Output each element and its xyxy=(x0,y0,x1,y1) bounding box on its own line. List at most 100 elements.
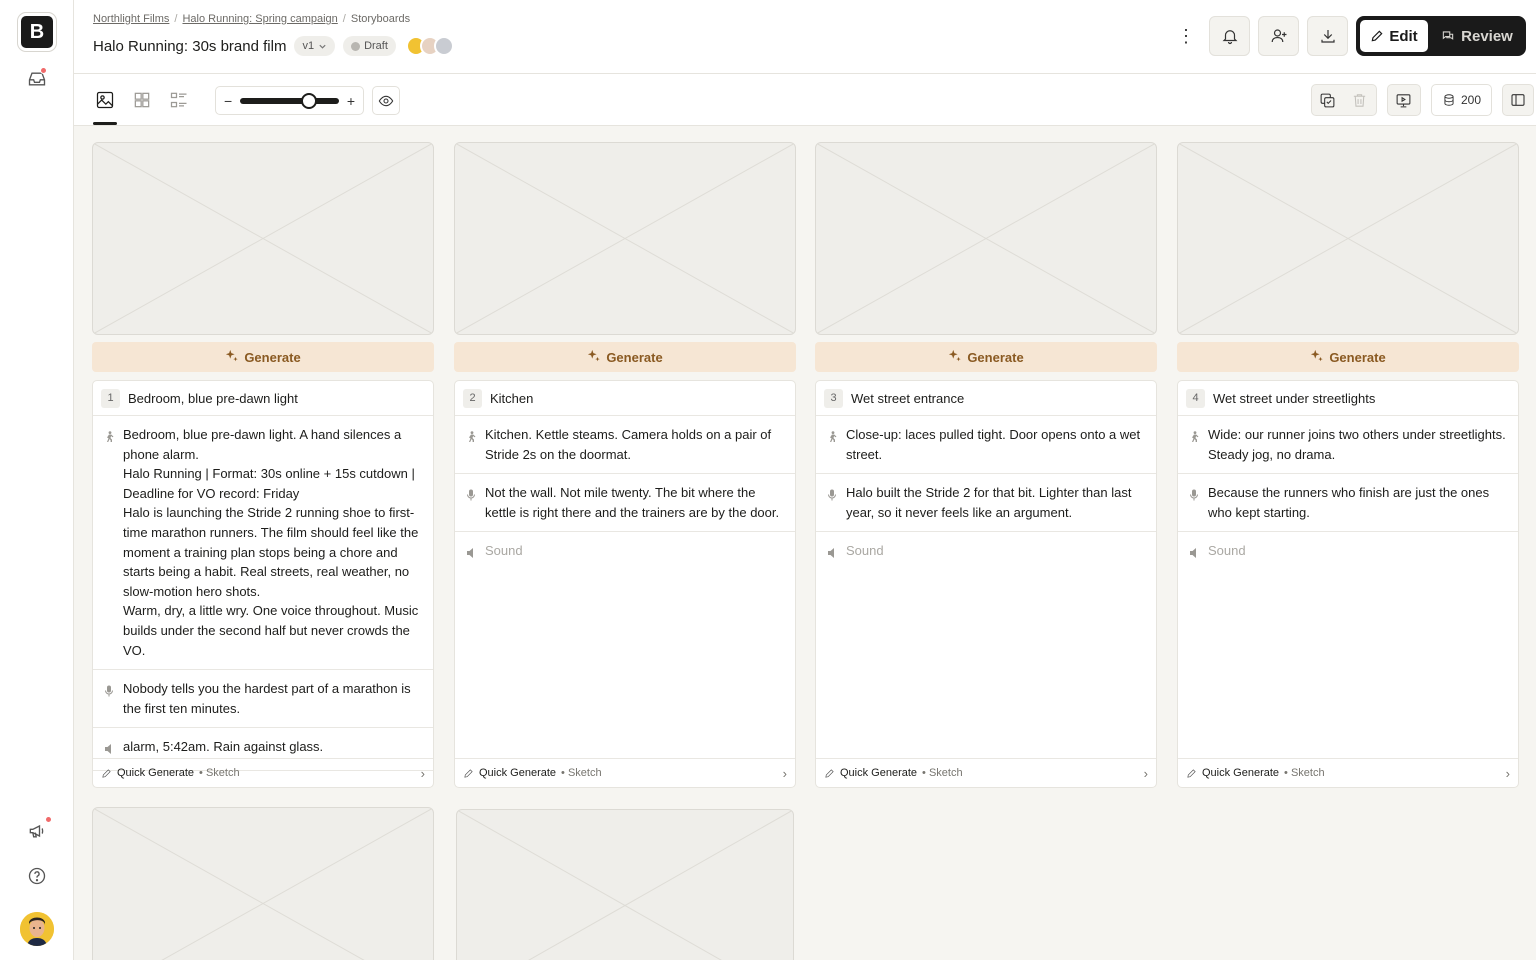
style-label: • Sketch xyxy=(922,767,963,779)
inbox-icon[interactable] xyxy=(22,64,52,94)
list-view-tab[interactable] xyxy=(168,89,190,111)
breadcrumb: Northlight Films / Halo Running: Spring … xyxy=(93,13,410,25)
trash-icon xyxy=(1354,93,1366,107)
mode-switch: Edit Review xyxy=(1356,16,1526,56)
present-button[interactable] xyxy=(1388,85,1420,115)
preview-toggle[interactable] xyxy=(372,86,400,115)
action-field[interactable]: Close-up: laces pulled tight. Door opens… xyxy=(816,416,1156,475)
action-field[interactable]: Kitchen. Kettle steams. Camera holds on … xyxy=(455,416,795,475)
scene-header[interactable]: 4 Wet street under streetlights xyxy=(1178,381,1518,416)
action-field[interactable]: Wide: our runner joins two others under … xyxy=(1178,416,1518,475)
scene-card: 3 Wet street entrance Close-up: laces pull… xyxy=(815,380,1157,788)
scene-header[interactable]: 3 Wet street entrance xyxy=(816,381,1156,416)
breadcrumb-company[interactable]: Northlight Films xyxy=(93,13,169,25)
top-bar: Northlight Films / Halo Running: Spring … xyxy=(74,0,1536,74)
breadcrumb-project[interactable]: Halo Running: Spring campaign xyxy=(182,13,337,25)
dialogue-text: Not the wall. Not mile twenty. The bit w… xyxy=(485,485,780,520)
storyboard-toolbar: − + 200 xyxy=(74,74,1536,126)
frame-image-placeholder[interactable] xyxy=(1177,142,1519,335)
speaker-icon xyxy=(1189,545,1199,565)
generate-button[interactable]: Generate xyxy=(92,342,434,372)
generate-button[interactable]: Generate xyxy=(1177,342,1519,372)
frame-view-tab[interactable] xyxy=(94,89,116,111)
sound-field[interactable]: Sound xyxy=(1178,532,1518,574)
database-icon xyxy=(1444,94,1454,106)
user-avatar[interactable] xyxy=(20,912,54,946)
action-field[interactable]: Bedroom, blue pre-dawn light. A hand sil… xyxy=(93,416,433,671)
zoom-slider[interactable] xyxy=(240,92,339,109)
select-all-button[interactable] xyxy=(1312,85,1344,115)
status-badge[interactable]: Draft xyxy=(343,36,396,56)
sound-field[interactable]: Sound xyxy=(455,532,795,574)
storyboard-frame: Generate 2 Kitchen Kitchen. Kettle steams. … xyxy=(454,142,796,788)
status-label: Draft xyxy=(364,40,388,52)
review-mode-button[interactable]: Review xyxy=(1432,20,1522,52)
credits-badge[interactable]: 200 xyxy=(1430,84,1492,116)
megaphone-icon[interactable] xyxy=(22,816,52,846)
storyboard-frame xyxy=(456,809,798,960)
frame-image-placeholder[interactable] xyxy=(815,142,1157,335)
quick-generate-label: Quick Generate xyxy=(1202,767,1280,779)
collaborator-avatar xyxy=(433,36,454,56)
list-icon xyxy=(170,92,187,108)
sparkle-icon xyxy=(948,349,962,366)
more-options-icon[interactable]: ⋮ xyxy=(1171,16,1201,56)
toggle-panel-button[interactable] xyxy=(1502,84,1534,116)
frame-image-placeholder[interactable] xyxy=(456,809,794,960)
frame-image-placeholder[interactable] xyxy=(454,142,796,335)
scene-name[interactable]: Wet street under streetlights xyxy=(1213,391,1375,406)
quick-generate-label: Quick Generate xyxy=(117,767,195,779)
help-icon[interactable] xyxy=(22,861,52,891)
quick-generate-label: Quick Generate xyxy=(479,767,557,779)
page-title[interactable]: Halo Running: 30s brand film xyxy=(93,38,286,55)
scene-header[interactable]: 1 Bedroom, blue pre-dawn light xyxy=(93,381,433,416)
zoom-out-button[interactable]: − xyxy=(224,93,232,109)
action-text: Bedroom, blue pre-dawn light. A hand sil… xyxy=(123,427,419,658)
active-tab-indicator xyxy=(93,122,117,125)
grid-icon xyxy=(134,92,150,108)
sound-text: Sound xyxy=(1208,543,1246,559)
sound-field[interactable]: Sound xyxy=(816,532,1156,574)
microphone-icon xyxy=(827,487,837,522)
notifications-button[interactable] xyxy=(1209,16,1250,56)
version-select[interactable]: v1 xyxy=(294,36,336,56)
edit-mode-button[interactable]: Edit xyxy=(1360,20,1428,52)
dialogue-field[interactable]: Because the runners who finish are just … xyxy=(1178,474,1518,533)
add-user-icon xyxy=(1271,29,1286,43)
workspace-logo[interactable]: B xyxy=(18,13,56,51)
scene-name[interactable]: Bedroom, blue pre-dawn light xyxy=(128,391,298,406)
action-icon xyxy=(827,429,837,464)
action-icon xyxy=(1189,429,1199,464)
collaborator-avatars[interactable] xyxy=(405,36,454,56)
scene-name[interactable]: Kitchen xyxy=(490,391,533,406)
generate-button[interactable]: Generate xyxy=(454,342,796,372)
generation-settings[interactable]: Quick Generate • Sketch › xyxy=(455,758,795,787)
generate-button[interactable]: Generate xyxy=(815,342,1157,372)
download-icon xyxy=(1320,30,1335,43)
zoom-slider-handle[interactable] xyxy=(301,92,318,109)
download-button[interactable] xyxy=(1307,16,1348,56)
scene-name[interactable]: Wet street entrance xyxy=(851,391,964,406)
dialogue-field[interactable]: Nobody tells you the hardest part of a m… xyxy=(93,670,433,729)
generation-settings[interactable]: Quick Generate • Sketch › xyxy=(816,758,1156,787)
frame-image-placeholder[interactable] xyxy=(92,142,434,335)
dialogue-field[interactable]: Halo built the Stride 2 for that bit. Li… xyxy=(816,474,1156,533)
generation-settings[interactable]: Quick Generate • Sketch › xyxy=(1178,758,1518,787)
frame-image-placeholder[interactable] xyxy=(92,807,434,960)
delete-button[interactable] xyxy=(1344,85,1376,115)
scene-header[interactable]: 2 Kitchen xyxy=(455,381,795,416)
storyboard-frame xyxy=(92,807,434,960)
chevron-right-icon: › xyxy=(1143,765,1148,781)
scene-number: 2 xyxy=(463,388,482,408)
dialogue-field[interactable]: Not the wall. Not mile twenty. The bit w… xyxy=(455,474,795,533)
left-rail: B xyxy=(0,0,74,960)
grid-view-tab[interactable] xyxy=(131,89,153,111)
generation-settings[interactable]: Quick Generate • Sketch › xyxy=(93,758,433,787)
pencil-icon xyxy=(825,768,834,778)
status-dot xyxy=(351,41,361,51)
image-icon xyxy=(96,91,114,109)
comments-icon xyxy=(1442,31,1454,40)
microphone-icon xyxy=(466,487,476,522)
invite-user-button[interactable] xyxy=(1258,16,1299,56)
zoom-in-button[interactable]: + xyxy=(347,93,355,109)
